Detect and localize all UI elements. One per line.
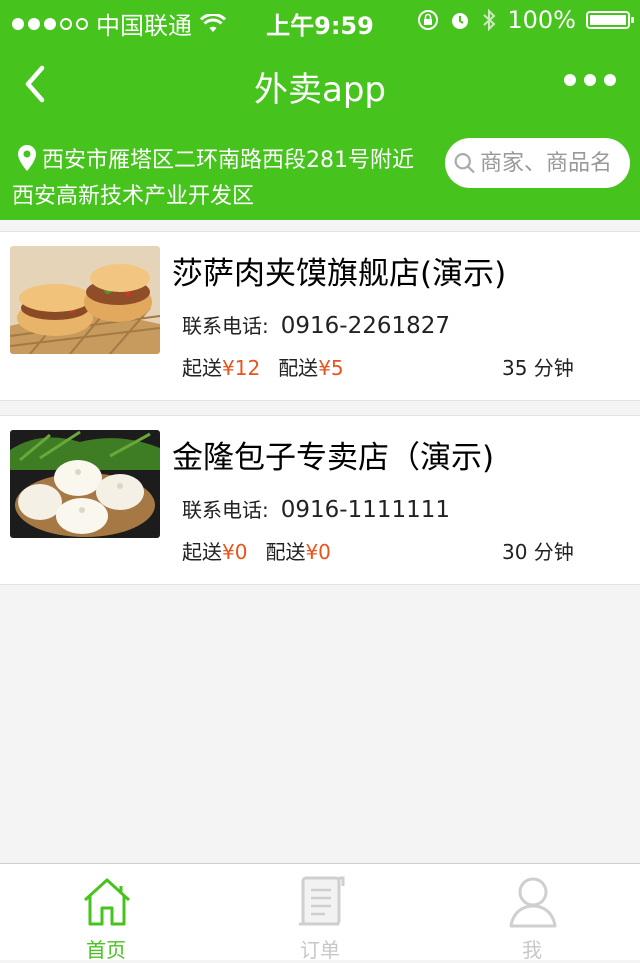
delivery-time: 35 分钟: [502, 356, 574, 380]
phone-number[interactable]: 0916-2261827: [281, 313, 450, 339]
delivery-fee-value: ¥5: [318, 356, 344, 380]
store-card[interactable]: 莎萨肉夹馍旗舰店(演示) 联系电话: 0916-2261827 起送¥12 配送¥5…: [0, 231, 640, 401]
tab-home-label: 首页: [86, 938, 126, 962]
delivery-fee-label: 配送: [278, 356, 319, 380]
search-box[interactable]: [445, 138, 630, 188]
store-card[interactable]: 金隆包子专卖店（演示) 联系电话: 0916-1111111 起送¥0 配送¥0 3…: [0, 415, 640, 585]
delivery-time: 30 分钟: [502, 540, 574, 564]
tab-me[interactable]: 我: [472, 864, 592, 962]
phone-label: 联系电话:: [182, 314, 269, 338]
store-fees: 起送¥12 配送¥5: [182, 352, 362, 381]
store-image-roujiamo: [10, 246, 160, 354]
search-input[interactable]: [476, 150, 630, 176]
store-image-baozi: [10, 430, 160, 538]
location-pin-icon: [18, 145, 36, 171]
search-icon: [454, 153, 475, 173]
battery-icon: [586, 11, 634, 29]
store-fees: 起送¥0 配送¥0: [182, 536, 349, 565]
alarm-icon: [452, 13, 469, 29]
page-title: 外卖app: [254, 70, 386, 110]
tab-me-label: 我: [522, 938, 542, 962]
location-bar: 西安市雁塔区二环南路西段281号附近 西安高新技术产业开发区: [0, 128, 640, 220]
min-order-label: 起送: [182, 356, 222, 380]
location-district: 西安高新技术产业开发区: [12, 184, 255, 209]
store-phone-row: 联系电话: 0916-2261827: [182, 310, 450, 339]
min-order-label: 起送: [182, 540, 222, 564]
battery-percent: 100%: [507, 6, 576, 34]
status-bar: 中国联通 上午9:59 100%: [0, 0, 640, 40]
home-icon: [83, 878, 131, 926]
location-address: 西安市雁塔区二环南路西段281号附近: [42, 148, 414, 173]
tab-home[interactable]: 首页: [46, 864, 166, 962]
order-list-icon: [299, 876, 345, 926]
user-icon: [509, 877, 557, 928]
nav-bar: 外卖app: [0, 40, 640, 128]
phone-number[interactable]: 0916-1111111: [281, 497, 450, 523]
tab-orders-label: 订单: [300, 938, 340, 962]
orientation-lock-icon: [418, 10, 439, 30]
bluetooth-icon: [483, 8, 496, 32]
location-line-1[interactable]: 西安市雁塔区二环南路西段281号附近: [16, 142, 414, 174]
min-order-value: ¥0: [222, 540, 248, 564]
delivery-fee-value: ¥0: [305, 540, 331, 564]
min-order-value: ¥12: [222, 356, 261, 380]
store-name: 金隆包子专卖店（演示): [172, 440, 495, 476]
delivery-fee-label: 配送: [265, 540, 306, 564]
phone-label: 联系电话:: [182, 498, 269, 522]
store-phone-row: 联系电话: 0916-1111111: [182, 494, 450, 523]
more-dots-icon[interactable]: [564, 74, 616, 86]
status-right: 100%: [417, 6, 634, 34]
tab-orders[interactable]: 订单: [260, 864, 380, 962]
tab-bar: 首页 订单 我: [0, 863, 640, 962]
store-name: 莎萨肉夹馍旗舰店(演示): [172, 256, 507, 292]
